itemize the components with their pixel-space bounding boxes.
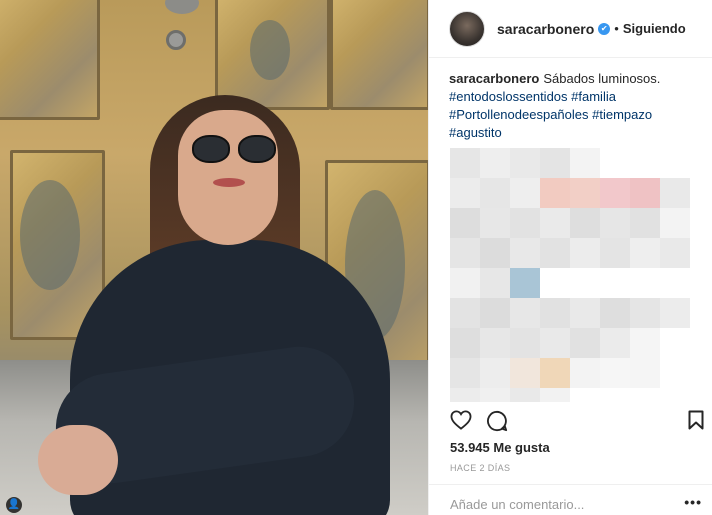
hands bbox=[38, 425, 118, 495]
door-panel bbox=[330, 0, 428, 110]
sunglasses-lens bbox=[238, 135, 276, 163]
divider bbox=[428, 484, 712, 485]
comment-icon[interactable] bbox=[486, 410, 508, 437]
door-stain bbox=[250, 20, 290, 80]
hashtag-link[interactable]: #agustito bbox=[449, 125, 502, 140]
hashtag-link[interactable]: #entodoslossentidos bbox=[449, 89, 568, 104]
more-options-icon[interactable]: ••• bbox=[684, 494, 702, 510]
lips bbox=[213, 178, 245, 187]
door-lock bbox=[166, 30, 186, 50]
bookmark-icon[interactable] bbox=[688, 410, 704, 435]
sunglasses-lens bbox=[192, 135, 230, 163]
post-photo[interactable]: 👤 bbox=[0, 0, 428, 515]
door-knob bbox=[165, 0, 199, 14]
caption: saracarbonero Sábados luminosos. #entodos… bbox=[429, 58, 712, 142]
following-button[interactable]: Siguiendo bbox=[623, 21, 686, 36]
caption-username[interactable]: saracarbonero bbox=[449, 71, 539, 86]
separator-dot: • bbox=[614, 21, 619, 36]
likes-count[interactable]: 53.945 Me gusta bbox=[450, 440, 550, 455]
avatar[interactable] bbox=[449, 10, 485, 47]
post-actions bbox=[450, 410, 706, 432]
comment-input[interactable]: Añade un comentario... bbox=[450, 497, 584, 512]
post-header: saracarbonero ✔ • Siguiendo bbox=[429, 0, 712, 58]
hashtag-link[interactable]: #tiempazo bbox=[592, 107, 652, 122]
header-username[interactable]: saracarbonero bbox=[497, 21, 594, 37]
caption-text: Sábados luminosos. bbox=[543, 71, 661, 86]
post-timestamp[interactable]: HACE 2 DÍAS bbox=[450, 463, 510, 473]
door-stain bbox=[20, 180, 80, 290]
door-panel bbox=[0, 0, 100, 120]
heart-icon[interactable] bbox=[450, 410, 472, 435]
hashtag-link[interactable]: #familia bbox=[571, 89, 616, 104]
person-icon[interactable]: 👤 bbox=[6, 497, 22, 513]
blurred-comments bbox=[450, 148, 690, 402]
hashtag-link[interactable]: #Portollenodeespañoles bbox=[449, 107, 589, 122]
verified-badge-icon: ✔ bbox=[598, 22, 611, 35]
